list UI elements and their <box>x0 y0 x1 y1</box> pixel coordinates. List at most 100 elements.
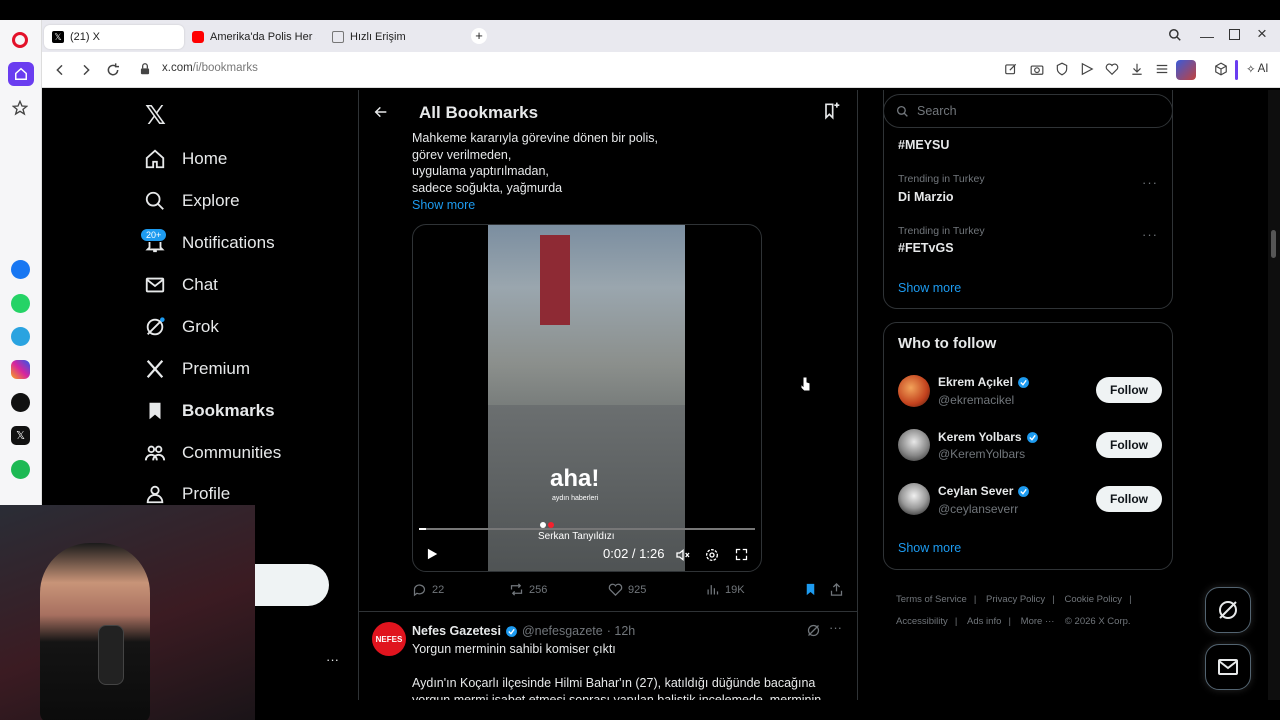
trend-more-icon[interactable]: ··· <box>1142 227 1158 242</box>
tab-speed-dial[interactable]: Hızlı Erişim <box>324 25 464 49</box>
cookie-link[interactable]: Cookie Policy <box>1064 594 1122 605</box>
video-progress-bar[interactable] <box>419 528 755 530</box>
play-icon[interactable] <box>425 547 439 561</box>
mute-icon[interactable] <box>675 547 691 563</box>
trend-name[interactable]: #FETvGS <box>898 241 954 255</box>
wtf-user[interactable]: Ceylan Sever <box>938 484 1030 498</box>
bookmark-toggle[interactable] <box>803 582 818 597</box>
instagram-icon[interactable] <box>11 360 30 379</box>
camera-icon[interactable] <box>1030 62 1046 78</box>
new-tab-button[interactable]: + <box>471 28 487 44</box>
telegram-icon[interactable] <box>11 327 30 346</box>
nav-communities[interactable]: Communities <box>144 438 281 468</box>
privacy-link[interactable]: Privacy Policy <box>986 594 1045 605</box>
x-app-icon[interactable]: 𝕏 <box>11 426 30 445</box>
opera-logo-icon[interactable] <box>12 32 28 48</box>
share-button[interactable] <box>829 582 844 597</box>
author-handle[interactable]: @nefesgazete <box>522 624 603 638</box>
forward-icon[interactable] <box>78 62 94 78</box>
search-tabs-icon[interactable] <box>1168 28 1182 42</box>
minimize-button[interactable]: — <box>1200 28 1214 44</box>
heart-icon[interactable] <box>1105 62 1121 78</box>
url-field[interactable]: x.com/i/bookmarks <box>162 62 258 74</box>
fullscreen-icon[interactable] <box>734 547 749 562</box>
nav-chat[interactable]: Chat <box>144 270 218 300</box>
avatar[interactable]: NEFES <box>372 622 406 656</box>
trend-more-icon[interactable]: ··· <box>1142 175 1158 190</box>
shield-icon[interactable] <box>1055 62 1071 78</box>
profile-avatar[interactable] <box>1176 60 1196 80</box>
repost-button[interactable]: 256 <box>509 582 547 597</box>
like-button[interactable]: 925 <box>608 582 646 597</box>
box-icon[interactable] <box>1214 62 1230 78</box>
close-window-button[interactable]: × <box>1257 24 1267 44</box>
terms-link[interactable]: Terms of Service <box>896 594 967 605</box>
nav-home[interactable]: Home <box>144 144 227 174</box>
wtf-user[interactable]: Kerem Yolbars <box>938 430 1039 444</box>
avatar[interactable] <box>898 375 930 407</box>
nav-explore[interactable]: Explore <box>144 186 240 216</box>
home-icon[interactable] <box>8 62 34 86</box>
show-more-link[interactable]: Show more <box>412 197 475 214</box>
tweet-body: yorgun mermi isabet etmesi sonrası yapıl… <box>412 693 822 700</box>
nav-bookmarks[interactable]: Bookmarks <box>144 396 275 426</box>
follow-button[interactable]: Follow <box>1096 377 1162 403</box>
page-scrollbar[interactable] <box>1268 90 1280 700</box>
nav-grok[interactable]: Grok <box>144 312 219 342</box>
wtf-user[interactable]: Ekrem Açıkel <box>938 375 1030 389</box>
messages-float-button[interactable] <box>1205 644 1251 690</box>
tweet-nefes[interactable]: NEFES Nefes Gazetesi @nefesgazete · 12h … <box>359 611 857 700</box>
reload-icon[interactable] <box>105 62 121 78</box>
download-icon[interactable] <box>1130 62 1146 78</box>
ai-button[interactable]: ✧ AI <box>1246 62 1269 76</box>
video-player[interactable]: aha! aydın haberleri Serkan Tanyıldızı 0… <box>412 224 762 572</box>
grok-float-button[interactable] <box>1205 587 1251 633</box>
grok-icon <box>1219 601 1237 619</box>
reply-button[interactable]: 22 <box>412 582 444 597</box>
trend-name[interactable]: Di Marzio <box>898 190 954 204</box>
more-link[interactable]: More ··· <box>1021 616 1055 627</box>
menu-icon[interactable] <box>1155 62 1171 78</box>
lock-icon[interactable] <box>138 62 154 78</box>
back-arrow-icon[interactable] <box>373 104 389 120</box>
settings-gear-icon[interactable] <box>704 547 720 563</box>
trends-show-more[interactable]: Show more <box>898 281 961 295</box>
nav-grok-label: Grok <box>182 317 219 336</box>
grok-icon <box>146 317 165 336</box>
accessibility-link[interactable]: Accessibility <box>896 616 948 627</box>
star-icon[interactable] <box>12 100 28 116</box>
tab-x[interactable]: 𝕏 (21) X <box>44 25 184 49</box>
maximize-button[interactable] <box>1229 29 1240 40</box>
follow-button[interactable]: Follow <box>1096 432 1162 458</box>
avatar[interactable] <box>898 429 930 461</box>
avatar[interactable] <box>898 483 930 515</box>
tiktok-icon[interactable] <box>11 393 30 412</box>
tweet-time: · 12h <box>606 624 636 638</box>
messenger-icon[interactable] <box>11 260 30 279</box>
x-logo-icon[interactable]: 𝕏 <box>145 100 166 131</box>
spotify-icon[interactable] <box>11 460 30 479</box>
scrollbar-thumb[interactable] <box>1271 230 1276 258</box>
grok-analyze-icon[interactable] <box>806 623 821 638</box>
nav-premium[interactable]: Premium <box>144 354 250 384</box>
trend-name[interactable]: #MEYSU <box>898 138 949 152</box>
follow-button[interactable]: Follow <box>1096 486 1162 512</box>
edit-icon[interactable] <box>1004 62 1020 78</box>
tweet-author: Nefes Gazetesi @nefesgazete · 12h <box>412 624 635 638</box>
views-button[interactable]: 19K <box>705 582 745 597</box>
send-icon[interactable] <box>1080 62 1096 78</box>
x-favicon-icon: 𝕏 <box>52 31 64 43</box>
account-more-icon[interactable]: ··· <box>326 652 339 667</box>
ads-info-link[interactable]: Ads info <box>967 616 1001 627</box>
new-folder-icon[interactable] <box>821 101 841 121</box>
author-name[interactable]: Nefes Gazetesi <box>412 624 501 638</box>
tab-youtube[interactable]: Amerika'da Polis Her Şeyi <box>184 25 324 49</box>
sidebar-accent <box>1235 60 1238 80</box>
verified-badge-icon <box>506 625 517 637</box>
back-icon[interactable] <box>52 62 68 78</box>
whatsapp-icon[interactable] <box>11 294 30 313</box>
nav-bookmarks-label: Bookmarks <box>182 401 275 420</box>
tweet-more-icon[interactable]: ··· <box>829 620 842 635</box>
wtf-show-more[interactable]: Show more <box>898 541 961 555</box>
search-icon <box>145 191 164 210</box>
